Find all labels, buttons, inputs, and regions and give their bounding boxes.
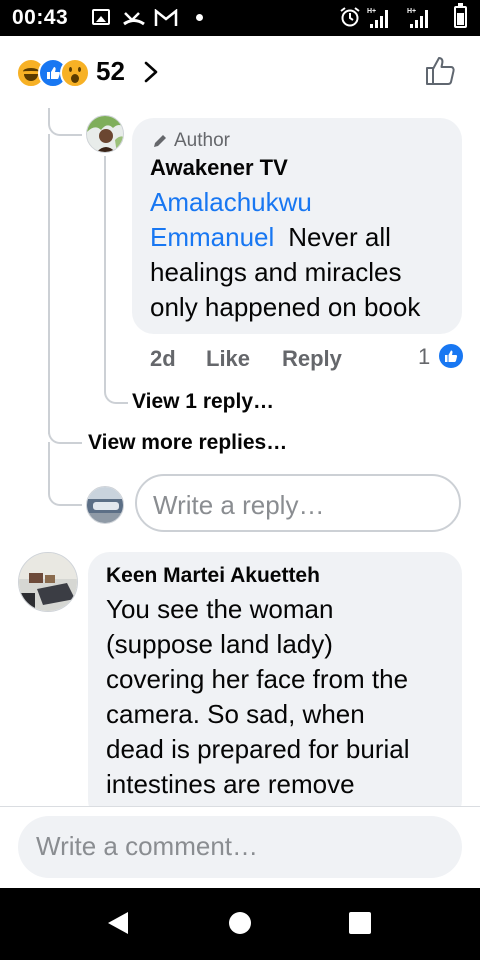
- like-button[interactable]: Like: [206, 346, 250, 372]
- comment-text-line: dead is prepared for burial: [106, 734, 410, 764]
- author-badge-label: Author: [174, 130, 230, 151]
- gallery-icon: [92, 9, 110, 25]
- battery-icon: [454, 3, 467, 28]
- reply-text-line: Emmanuel Never all: [150, 220, 391, 255]
- status-bar: 00:43 H+ H+: [0, 0, 480, 36]
- alarm-icon: [340, 7, 360, 27]
- comment-text-line: covering her face from the: [106, 664, 409, 694]
- commenter-name[interactable]: Keen Martei Akuetteh: [106, 564, 320, 588]
- comment-input[interactable]: Write a comment…: [18, 816, 462, 878]
- user-avatar: [86, 486, 124, 524]
- reply-timestamp[interactable]: 2d: [150, 346, 176, 372]
- thread-line: [48, 108, 82, 136]
- reply-author-name[interactable]: Awakener TV: [150, 155, 288, 181]
- view-more-replies-link[interactable]: View more replies…: [88, 431, 287, 455]
- gmail-icon: [154, 9, 178, 26]
- author-badge: Author: [152, 130, 230, 152]
- wow-reaction-icon: [60, 58, 90, 88]
- pencil-icon: [154, 135, 166, 147]
- comment-text-line: intestines are remove: [106, 769, 355, 799]
- mention-link[interactable]: Emmanuel: [150, 222, 274, 252]
- reply-like-count[interactable]: 1: [418, 344, 430, 370]
- comment-text-line: (suppose land lady): [106, 629, 333, 659]
- like-post-button[interactable]: [424, 55, 456, 87]
- signal-h-plus-icon: H+: [367, 8, 388, 28]
- reply-input-placeholder: Write a reply…: [153, 490, 325, 520]
- svg-text:H+: H+: [367, 8, 376, 15]
- reaction-count[interactable]: 52: [96, 56, 125, 87]
- thread-line: [48, 134, 50, 434]
- comment-input-placeholder: Write a comment…: [36, 831, 259, 861]
- comment-text-line: You see the woman: [106, 594, 334, 624]
- like-reaction-icon: [438, 343, 464, 369]
- thread-line: [104, 156, 128, 404]
- reply-text-line: only happened on book: [150, 292, 421, 322]
- view-reply-link[interactable]: View 1 reply…: [132, 390, 274, 414]
- recents-icon[interactable]: [349, 912, 371, 934]
- reply-input[interactable]: Write a reply…: [135, 474, 461, 532]
- reply-text: Never all: [288, 222, 391, 252]
- missed-call-icon: [123, 12, 145, 26]
- author-avatar[interactable]: [86, 115, 124, 153]
- reply-button[interactable]: Reply: [282, 346, 342, 372]
- home-icon[interactable]: [229, 912, 251, 934]
- signal-h-plus-icon: H+: [407, 8, 428, 28]
- svg-text:H+: H+: [407, 8, 416, 15]
- comment-text-line: camera. So sad, when: [106, 699, 365, 729]
- notification-dot-icon: [196, 14, 203, 21]
- commenter-avatar[interactable]: [18, 552, 78, 612]
- thread-line: [48, 420, 82, 444]
- status-time: 00:43: [12, 6, 69, 29]
- mention-link[interactable]: Amalachukwu: [150, 185, 312, 220]
- reply-text-line: healings and miracles: [150, 257, 402, 287]
- chevron-right-icon[interactable]: [142, 60, 160, 84]
- back-icon[interactable]: [108, 912, 128, 934]
- thread-line: [48, 442, 82, 506]
